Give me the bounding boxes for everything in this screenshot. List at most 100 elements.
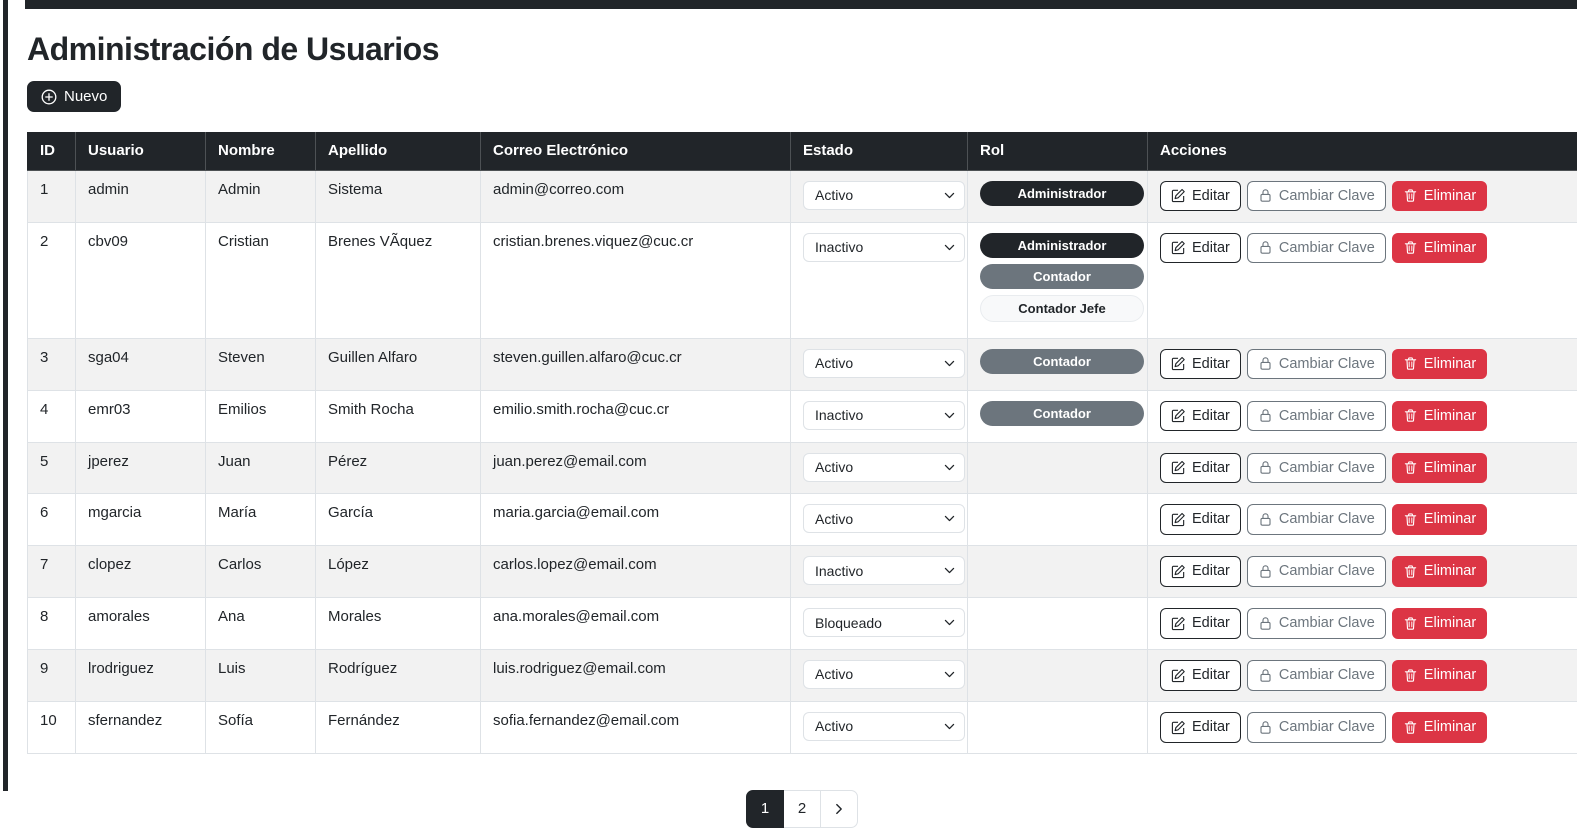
delete-button[interactable]: Eliminar — [1392, 233, 1487, 264]
edit-button[interactable]: Editar — [1160, 401, 1241, 432]
pencil-square-icon — [1171, 668, 1186, 683]
delete-button[interactable]: Eliminar — [1392, 349, 1487, 380]
cell-acciones: Editar Cambiar Clave Eliminar — [1148, 222, 1577, 338]
change-password-button[interactable]: Cambiar Clave — [1247, 556, 1386, 587]
estado-select[interactable]: Activo — [803, 349, 965, 378]
cell-acciones: Editar Cambiar Clave Eliminar — [1148, 649, 1577, 701]
change-password-button[interactable]: Cambiar Clave — [1247, 712, 1386, 743]
estado-select[interactable]: Activo — [803, 660, 965, 689]
role-badge: Administrador — [980, 233, 1144, 258]
column-header-apellido: Apellido — [316, 132, 481, 170]
cell-correo: steven.guillen.alfaro@cuc.cr — [481, 338, 791, 390]
delete-button-label: Eliminar — [1424, 459, 1476, 478]
edit-button[interactable]: Editar — [1160, 181, 1241, 212]
delete-button[interactable]: Eliminar — [1392, 401, 1487, 432]
cell-apellido: Brenes VÃquez — [316, 222, 481, 338]
pencil-square-icon — [1171, 460, 1186, 475]
cell-estado: Activo — [791, 442, 968, 494]
estado-select[interactable]: Activo — [803, 453, 965, 482]
cell-estado: Inactivo — [791, 222, 968, 338]
edit-button-label: Editar — [1192, 562, 1230, 581]
cell-acciones: Editar Cambiar Clave Eliminar — [1148, 390, 1577, 442]
edit-button-label: Editar — [1192, 355, 1230, 374]
change-password-button[interactable]: Cambiar Clave — [1247, 453, 1386, 484]
cell-correo: luis.rodriguez@email.com — [481, 649, 791, 701]
cell-usuario: cbv09 — [76, 222, 206, 338]
delete-button-label: Eliminar — [1424, 187, 1476, 206]
estado-select[interactable]: Bloqueado — [803, 608, 965, 637]
cell-nombre: Carlos — [206, 546, 316, 598]
cell-id: 10 — [28, 701, 76, 753]
delete-button[interactable]: Eliminar — [1392, 504, 1487, 535]
cell-id: 4 — [28, 390, 76, 442]
edit-button-label: Editar — [1192, 510, 1230, 529]
estado-select[interactable]: Inactivo — [803, 556, 965, 585]
change-password-button-label: Cambiar Clave — [1279, 614, 1375, 633]
trash-icon — [1403, 668, 1418, 683]
cell-apellido: Guillen Alfaro — [316, 338, 481, 390]
cell-apellido: López — [316, 546, 481, 598]
delete-button[interactable]: Eliminar — [1392, 181, 1487, 212]
edit-button[interactable]: Editar — [1160, 556, 1241, 587]
change-password-button-label: Cambiar Clave — [1279, 407, 1375, 426]
delete-button-label: Eliminar — [1424, 510, 1476, 529]
cell-apellido: García — [316, 494, 481, 546]
estado-select[interactable]: Inactivo — [803, 401, 965, 430]
estado-select[interactable]: Activo — [803, 181, 965, 210]
delete-button[interactable]: Eliminar — [1392, 556, 1487, 587]
table-row: 10 sfernandez Sofía Fernández sofia.fern… — [28, 701, 1577, 753]
lock-icon — [1258, 564, 1273, 579]
users-table: ID Usuario Nombre Apellido Correo Electr… — [27, 132, 1577, 754]
edit-button-label: Editar — [1192, 459, 1230, 478]
edit-button[interactable]: Editar — [1160, 453, 1241, 484]
change-password-button-label: Cambiar Clave — [1279, 239, 1375, 258]
edit-button[interactable]: Editar — [1160, 349, 1241, 380]
cell-acciones: Editar Cambiar Clave Eliminar — [1148, 494, 1577, 546]
delete-button[interactable]: Eliminar — [1392, 608, 1487, 639]
cell-usuario: emr03 — [76, 390, 206, 442]
edit-button[interactable]: Editar — [1160, 712, 1241, 743]
pencil-square-icon — [1171, 408, 1186, 423]
edit-button-label: Editar — [1192, 666, 1230, 685]
change-password-button[interactable]: Cambiar Clave — [1247, 504, 1386, 535]
new-user-button[interactable]: Nuevo — [27, 81, 121, 112]
cell-rol — [968, 701, 1148, 753]
cell-nombre: Ana — [206, 598, 316, 650]
delete-button-label: Eliminar — [1424, 718, 1476, 737]
edit-button[interactable]: Editar — [1160, 233, 1241, 264]
pencil-square-icon — [1171, 720, 1186, 735]
edit-button[interactable]: Editar — [1160, 660, 1241, 691]
edit-button[interactable]: Editar — [1160, 608, 1241, 639]
trash-icon — [1403, 188, 1418, 203]
change-password-button[interactable]: Cambiar Clave — [1247, 660, 1386, 691]
cell-id: 6 — [28, 494, 76, 546]
change-password-button[interactable]: Cambiar Clave — [1247, 181, 1386, 212]
delete-button-label: Eliminar — [1424, 562, 1476, 581]
cell-usuario: clopez — [76, 546, 206, 598]
estado-select[interactable]: Activo — [803, 504, 965, 533]
cell-usuario: amorales — [76, 598, 206, 650]
change-password-button[interactable]: Cambiar Clave — [1247, 608, 1386, 639]
delete-button[interactable]: Eliminar — [1392, 712, 1487, 743]
lock-icon — [1258, 188, 1273, 203]
estado-select[interactable]: Activo — [803, 712, 965, 741]
cell-apellido: Morales — [316, 598, 481, 650]
edit-button[interactable]: Editar — [1160, 504, 1241, 535]
role-badge: Contador Jefe — [980, 295, 1144, 322]
cell-rol: Contador — [968, 338, 1148, 390]
lock-icon — [1258, 460, 1273, 475]
delete-button[interactable]: Eliminar — [1392, 660, 1487, 691]
edit-button-label: Editar — [1192, 614, 1230, 633]
cell-estado: Activo — [791, 170, 968, 222]
estado-select[interactable]: Inactivo — [803, 233, 965, 262]
change-password-button[interactable]: Cambiar Clave — [1247, 349, 1386, 380]
table-row: 2 cbv09 Cristian Brenes VÃquez cristian.… — [28, 222, 1577, 338]
cell-nombre: Steven — [206, 338, 316, 390]
delete-button[interactable]: Eliminar — [1392, 453, 1487, 484]
change-password-button[interactable]: Cambiar Clave — [1247, 233, 1386, 264]
change-password-button-label: Cambiar Clave — [1279, 355, 1375, 374]
cell-usuario: sga04 — [76, 338, 206, 390]
edit-button-label: Editar — [1192, 718, 1230, 737]
change-password-button[interactable]: Cambiar Clave — [1247, 401, 1386, 432]
users-table-header: ID Usuario Nombre Apellido Correo Electr… — [28, 132, 1577, 170]
